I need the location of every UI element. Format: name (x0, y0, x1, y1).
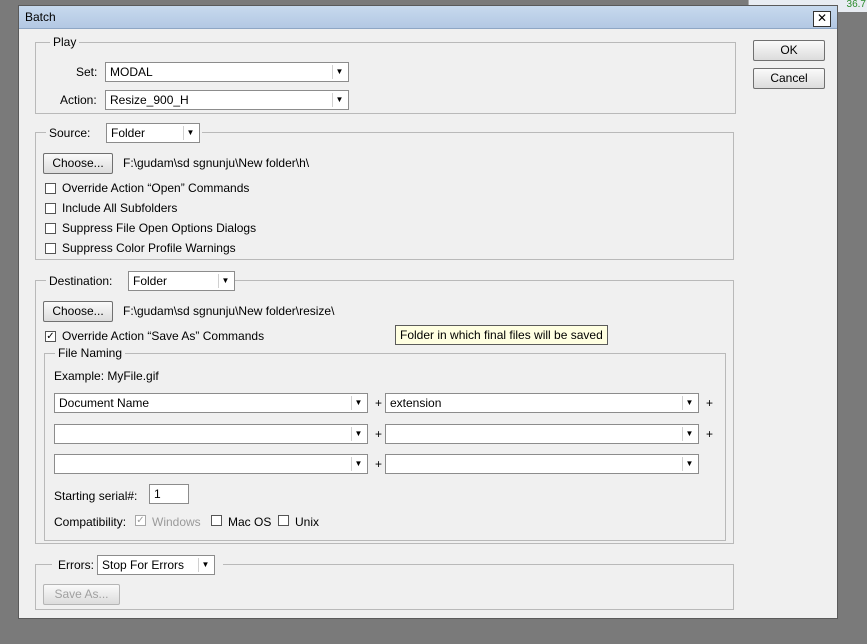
chevron-down-icon: ▼ (351, 396, 365, 410)
destination-tooltip: Folder in which final files will be save… (395, 325, 608, 345)
errors-value: Stop For Errors (102, 558, 185, 572)
play-legend: Play (50, 35, 80, 49)
chevron-down-icon: ▼ (682, 427, 696, 441)
plus-sign: + (706, 427, 714, 441)
source-group: Source: Folder ▼ Choose... F:\gudam\sd s… (35, 123, 734, 260)
plus-sign: + (375, 427, 383, 441)
suppress-open-dialogs-checkbox[interactable] (45, 223, 56, 234)
naming-field-1-1[interactable]: Document Name ▼ (54, 393, 368, 413)
destination-group: Destination: Folder ▼ Choose... F:\gudam… (35, 271, 734, 544)
override-save-as-label: Override Action “Save As” Commands (62, 329, 265, 343)
play-group: Play Set: MODAL ▼ Action: Resize_900_H ▼ (35, 35, 736, 114)
title-bar: Batch ✕ (19, 6, 837, 29)
source-select[interactable]: Folder ▼ (106, 123, 200, 143)
close-icon: ✕ (816, 11, 828, 25)
action-value: Resize_900_H (110, 93, 189, 107)
override-open-label: Override Action “Open” Commands (62, 181, 250, 195)
naming-field-1-2[interactable]: extension ▼ (385, 393, 699, 413)
naming-field-3-1[interactable]: ▼ (54, 454, 368, 474)
checkmark-icon: ✓ (46, 331, 55, 342)
include-subfolders-label: Include All Subfolders (62, 201, 178, 215)
destination-label: Destination: (49, 274, 113, 288)
cancel-button[interactable]: Cancel (753, 68, 825, 89)
source-legend: Source: Folder ▼ (46, 123, 202, 143)
action-select[interactable]: Resize_900_H ▼ (105, 90, 349, 110)
ok-button[interactable]: OK (753, 40, 825, 61)
chevron-down-icon: ▼ (198, 558, 212, 572)
chevron-down-icon: ▼ (351, 457, 365, 471)
file-naming-group: File Naming Example: MyFile.gif Document… (44, 346, 726, 541)
close-button[interactable]: ✕ (813, 11, 831, 27)
errors-label: Errors: (58, 558, 94, 572)
serial-value: 1 (154, 487, 161, 501)
compat-windows-label: Windows (152, 515, 201, 529)
batch-dialog: Batch ✕ OK Cancel Play Set: MODAL ▼ Acti… (18, 5, 838, 619)
destination-legend: Destination: Folder ▼ (46, 271, 235, 291)
suppress-color-warnings-label: Suppress Color Profile Warnings (62, 241, 236, 255)
errors-legend: Errors: Stop For Errors ▼ (52, 555, 223, 575)
naming-field-1-2-value: extension (390, 396, 442, 410)
source-label: Source: (49, 126, 91, 140)
set-label: Set: (76, 65, 98, 79)
plus-sign: + (706, 396, 714, 410)
compat-macos-checkbox[interactable] (211, 515, 222, 526)
naming-field-1-1-value: Document Name (59, 396, 150, 410)
suppress-open-dialogs-label: Suppress File Open Options Dialogs (62, 221, 257, 235)
destination-value: Folder (133, 274, 168, 288)
destination-path: F:\gudam\sd sgnunju\New folder\resize\ (123, 304, 335, 318)
source-path: F:\gudam\sd sgnunju\New folder\h\ (123, 156, 310, 170)
errors-group: Errors: Stop For Errors ▼ Save As... (35, 555, 734, 610)
destination-select[interactable]: Folder ▼ (128, 271, 235, 291)
set-value: MODAL (110, 65, 153, 79)
chevron-down-icon: ▼ (332, 93, 346, 107)
naming-field-2-2[interactable]: ▼ (385, 424, 699, 444)
chevron-down-icon: ▼ (682, 396, 696, 410)
chevron-down-icon: ▼ (682, 457, 696, 471)
save-as-button[interactable]: Save As... (43, 584, 120, 605)
naming-field-3-2[interactable]: ▼ (385, 454, 699, 474)
include-subfolders-checkbox[interactable] (45, 203, 56, 214)
plus-sign: + (375, 396, 383, 410)
errors-select[interactable]: Stop For Errors ▼ (97, 555, 215, 575)
compat-unix-checkbox[interactable] (278, 515, 289, 526)
compat-macos-label: Mac OS (228, 515, 272, 529)
suppress-color-warnings-checkbox[interactable] (45, 243, 56, 254)
compatibility-label: Compatibility: (54, 515, 127, 529)
window-title: Batch (25, 10, 56, 24)
compat-unix-label: Unix (295, 515, 320, 529)
naming-example: Example: MyFile.gif (54, 369, 159, 383)
chevron-down-icon: ▼ (351, 427, 365, 441)
destination-choose-button[interactable]: Choose... (43, 301, 113, 322)
file-naming-legend: File Naming (55, 346, 126, 360)
naming-field-2-1[interactable]: ▼ (54, 424, 368, 444)
action-label: Action: (60, 93, 97, 107)
source-value: Folder (111, 126, 146, 140)
chevron-down-icon: ▼ (332, 65, 346, 79)
checkmark-icon: ✓ (136, 515, 145, 526)
source-choose-button[interactable]: Choose... (43, 153, 113, 174)
compat-windows-checkbox[interactable]: ✓ (135, 515, 146, 526)
serial-label: Starting serial#: (54, 489, 138, 503)
plus-sign: + (375, 457, 383, 471)
zoom-readout: 36.7 (846, 0, 866, 10)
set-select[interactable]: MODAL ▼ (105, 62, 349, 82)
override-save-as-checkbox[interactable]: ✓ (45, 331, 56, 342)
chevron-down-icon: ▼ (183, 126, 197, 140)
chevron-down-icon: ▼ (218, 274, 232, 288)
override-open-checkbox[interactable] (45, 183, 56, 194)
serial-input[interactable]: 1 (149, 484, 189, 504)
